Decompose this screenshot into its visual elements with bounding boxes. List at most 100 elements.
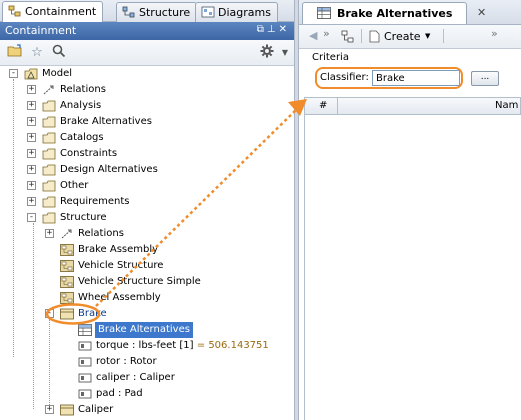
collapse-icon[interactable]: - <box>45 309 54 318</box>
column-header-number[interactable]: # <box>319 98 327 114</box>
tab-containment[interactable]: Containment <box>2 1 104 23</box>
package-icon <box>42 212 56 224</box>
toolbar-separator <box>443 29 444 43</box>
collapse-icon[interactable]: - <box>27 213 36 222</box>
tree-item-analysis[interactable]: + Analysis <box>0 98 290 114</box>
diagram-icon <box>201 6 215 18</box>
dropdown-arrow-icon: ▼ <box>425 32 431 40</box>
tree-item-other[interactable]: + Other <box>0 178 290 194</box>
tree-item-structure[interactable]: - Structure <box>0 210 290 226</box>
relations-icon <box>61 229 72 239</box>
expand-icon[interactable]: + <box>27 133 36 142</box>
panel-title: Containment <box>5 24 77 37</box>
part-property-icon <box>78 373 92 383</box>
tab-diagrams[interactable]: Diagrams <box>195 2 278 22</box>
package-icon <box>42 164 56 176</box>
package-icon <box>42 180 56 192</box>
package-icon <box>42 116 56 128</box>
tree-item-torque[interactable]: torque : lbs-feet [1] = 506.143751 <box>0 338 290 354</box>
package-icon <box>42 148 56 160</box>
tab-brake-alternatives[interactable]: Brake Alternatives <box>302 2 467 24</box>
tree-item-brake-alternatives-table[interactable]: Brake Alternatives <box>0 322 290 338</box>
block-diagram-icon <box>60 260 74 272</box>
tree-item-vehicle-structure[interactable]: Vehicle Structure <box>0 258 290 274</box>
containment-pane: Containment Structure Diagrams Containme… <box>0 0 294 420</box>
tree-item-relations[interactable]: + Relations <box>0 82 290 98</box>
panel-window-controls[interactable]: ⧉⊥✕ <box>257 24 290 35</box>
relations-icon <box>43 85 54 95</box>
criteria-label: Criteria <box>312 52 349 63</box>
containment-tree-icon <box>8 5 21 17</box>
tab-close-icon[interactable]: ✕ <box>477 6 486 19</box>
block-diagram-icon <box>60 276 74 288</box>
block-diagram-icon <box>60 292 74 304</box>
tree-item-brake-alternatives-package[interactable]: + Brake Alternatives <box>0 114 290 130</box>
containment-tree-icon[interactable] <box>341 30 355 44</box>
block-diagram-icon <box>60 244 74 256</box>
package-icon <box>42 132 56 144</box>
tree-item-design-alternatives[interactable]: + Design Alternatives <box>0 162 290 178</box>
tree-item-caliper-property[interactable]: caliper : Caliper <box>0 370 290 386</box>
tree-item-catalogs[interactable]: + Catalogs <box>0 130 290 146</box>
gear-dropdown-icon[interactable]: ▼ <box>276 44 294 62</box>
expand-icon[interactable]: + <box>27 197 36 206</box>
tab-structure[interactable]: Structure <box>116 2 198 22</box>
value-property-icon <box>78 341 92 351</box>
tree-item-brake[interactable]: - Brake <box>0 306 290 322</box>
column-header-name[interactable]: Nam <box>495 98 518 114</box>
tree-item-vehicle-structure-simple[interactable]: Vehicle Structure Simple <box>0 274 290 290</box>
search-icon[interactable] <box>50 44 68 62</box>
gear-icon[interactable] <box>258 44 276 62</box>
left-tab-strip: Containment Structure Diagrams <box>0 0 294 23</box>
expand-icon[interactable]: + <box>27 149 36 158</box>
expand-icon[interactable]: + <box>27 101 36 110</box>
tree-item-brake-assembly[interactable]: Brake Assembly <box>0 242 290 258</box>
expand-icon[interactable]: + <box>27 85 36 94</box>
tree-item-wheel-assembly[interactable]: Wheel Assembly <box>0 290 290 306</box>
block-icon <box>60 308 74 320</box>
classifier-browse-button[interactable]: ... <box>471 71 499 86</box>
tree-item-structure-relations[interactable]: + Relations <box>0 226 290 242</box>
expand-icon[interactable]: + <box>27 181 36 190</box>
table-body <box>304 115 521 420</box>
containment-tree: - Model + Relations + Analysis + Brake A… <box>0 66 294 420</box>
tree-item-constraints[interactable]: + Constraints <box>0 146 290 162</box>
favorites-star-icon[interactable]: ☆ <box>28 44 46 62</box>
open-folder-icon[interactable] <box>6 44 24 62</box>
block-icon <box>60 404 74 416</box>
tree-item-caliper[interactable]: + Caliper <box>0 402 290 418</box>
expand-icon[interactable]: + <box>27 117 36 126</box>
back-icon[interactable]: ◀ <box>309 29 317 42</box>
overflow-chevron-icon[interactable]: » <box>491 27 498 40</box>
table-icon <box>78 324 92 336</box>
overflow-chevron-icon[interactable]: » <box>323 27 330 40</box>
collapse-icon[interactable]: - <box>9 69 18 78</box>
column-separator[interactable] <box>337 98 338 114</box>
expand-icon[interactable]: + <box>27 165 36 174</box>
right-tab-strip: Brake Alternatives ✕ <box>299 0 521 25</box>
containment-toolbar: ☆ ▼ <box>0 40 294 66</box>
torque-label: torque : lbs-feet [1] = 506.143751 <box>96 340 269 351</box>
package-icon <box>42 100 56 112</box>
new-document-icon <box>369 30 380 43</box>
package-icon <box>42 196 56 208</box>
expand-icon[interactable]: + <box>45 405 54 414</box>
part-property-icon <box>78 389 92 399</box>
tree-item-model[interactable]: - Model <box>0 66 290 82</box>
table-toolbar: ◀ » Create ▼ » <box>299 25 521 49</box>
close-icon[interactable]: ✕ <box>279 24 290 35</box>
part-property-icon <box>78 357 92 367</box>
pin-icon[interactable]: ⊥ <box>267 24 279 35</box>
tree-item-pad[interactable]: pad : Pad <box>0 386 290 402</box>
model-icon <box>24 68 38 80</box>
classifier-field[interactable]: Brake <box>372 70 460 86</box>
classifier-label: Classifier: <box>320 72 369 83</box>
toolbar-separator <box>361 29 362 43</box>
tree-item-rotor[interactable]: rotor : Rotor <box>0 354 290 370</box>
structure-icon <box>122 6 135 18</box>
table-editor-pane: Brake Alternatives ✕ ◀ » Create ▼ » Crit… <box>299 0 521 420</box>
expand-icon[interactable]: + <box>45 229 54 238</box>
float-icon[interactable]: ⧉ <box>257 24 267 35</box>
tree-item-requirements[interactable]: + Requirements <box>0 194 290 210</box>
table-icon <box>317 7 331 19</box>
